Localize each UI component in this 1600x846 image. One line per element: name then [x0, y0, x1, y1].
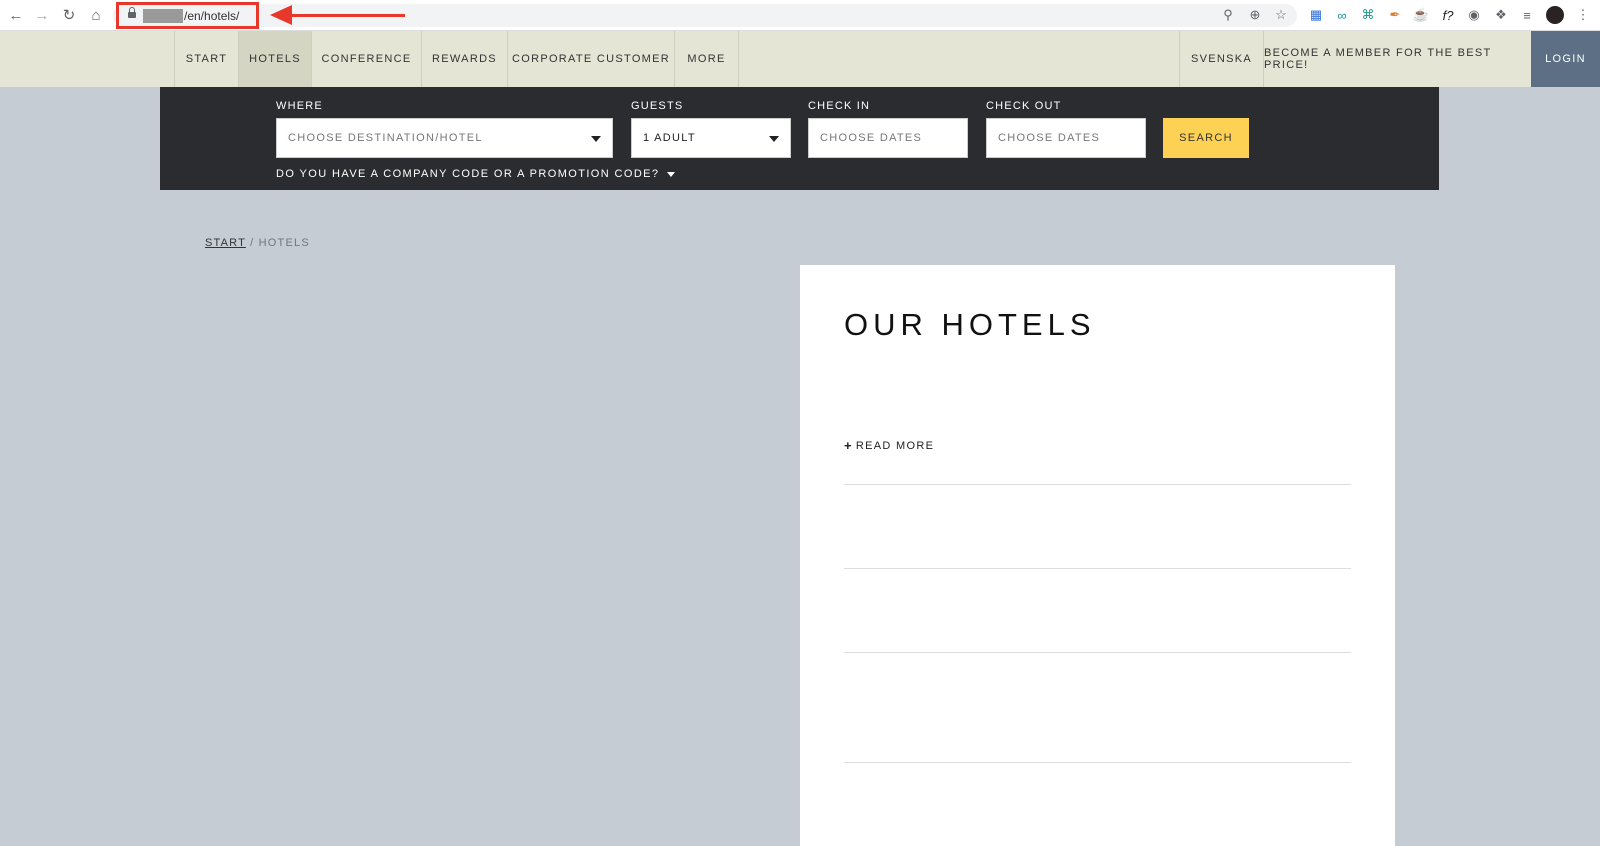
chevron-down-icon [591, 136, 601, 142]
extension-icon-3[interactable]: ⌘ [1359, 6, 1377, 24]
destination-select[interactable]: CHOOSE DESTINATION/HOTEL [276, 118, 613, 158]
guests-value: 1 ADULT [643, 132, 696, 144]
breadcrumb-start-link[interactable]: START [205, 237, 246, 249]
nav-conference[interactable]: CONFERENCE [311, 31, 421, 87]
checkin-placeholder: CHOOSE DATES [820, 132, 923, 144]
reload-icon[interactable]: ↻ [58, 4, 80, 26]
hotels-card: OUR HOTELS + READ MORE [800, 265, 1395, 846]
menu-icon[interactable]: ⋮ [1574, 6, 1592, 24]
lock-icon [128, 7, 136, 19]
checkin-input[interactable]: CHOOSE DATES [808, 118, 968, 158]
member-cta[interactable]: BECOME A MEMBER FOR THE BEST PRICE! [1263, 31, 1531, 87]
chevron-down-icon [667, 171, 676, 177]
promo-code-label: DO YOU HAVE A COMPANY CODE OR A PROMOTIO… [276, 168, 660, 180]
nav-start[interactable]: START [174, 31, 238, 87]
language-switch[interactable]: SVENSKA [1179, 31, 1263, 87]
site-header: START HOTELS CONFERENCE REWARDS CORPORAT… [0, 31, 1600, 87]
puzzle-icon[interactable]: ❖ [1492, 6, 1510, 24]
extension-icon-1[interactable]: ▦ [1307, 6, 1325, 24]
breadcrumb-current: HOTELS [258, 237, 310, 249]
avatar[interactable] [1546, 6, 1564, 24]
extension-icon-2[interactable]: ∞ [1333, 6, 1351, 24]
read-more-link[interactable]: + READ MORE [844, 438, 934, 453]
key-icon[interactable]: ⚲ [1219, 6, 1237, 24]
nav-more[interactable]: MORE [674, 31, 739, 87]
home-icon[interactable]: ⌂ [85, 4, 107, 26]
divider [844, 568, 1351, 569]
guests-select[interactable]: 1 ADULT [631, 118, 791, 158]
url-path[interactable]: /en/hotels/ [184, 9, 239, 23]
search-button[interactable]: SEARCH [1163, 118, 1249, 158]
breadcrumb: START / HOTELS [205, 237, 310, 249]
breadcrumb-separator: / [250, 237, 255, 249]
back-icon[interactable]: ← [5, 4, 27, 26]
extension-icon-4[interactable]: ✒ [1386, 6, 1404, 24]
booking-search-panel: WHERE CHOOSE DESTINATION/HOTEL GUESTS 1 … [160, 87, 1439, 190]
nav-rewards[interactable]: REWARDS [421, 31, 507, 87]
divider [844, 484, 1351, 485]
forward-icon[interactable]: → [31, 4, 53, 26]
reading-list-icon[interactable]: ≡ [1518, 6, 1536, 24]
guests-label: GUESTS [631, 100, 684, 112]
divider [844, 652, 1351, 653]
promo-code-toggle[interactable]: DO YOU HAVE A COMPANY CODE OR A PROMOTIO… [276, 168, 676, 180]
nav-corporate-customer[interactable]: CORPORATE CUSTOMER [507, 31, 674, 87]
nav-hotels[interactable]: HOTELS [238, 31, 311, 87]
checkout-label: CHECK OUT [986, 100, 1062, 112]
url-highlight-box: /en/hotels/ [116, 2, 259, 29]
zoom-icon[interactable]: ⊕ [1246, 6, 1264, 24]
checkin-label: CHECK IN [808, 100, 871, 112]
star-icon[interactable]: ☆ [1272, 6, 1290, 24]
page-title: OUR HOTELS [844, 307, 1096, 342]
plus-icon: + [844, 438, 853, 453]
checkout-placeholder: CHOOSE DATES [998, 132, 1101, 144]
where-label: WHERE [276, 100, 323, 112]
extension-icon-6[interactable]: f? [1439, 6, 1457, 24]
divider [844, 762, 1351, 763]
destination-value: CHOOSE DESTINATION/HOTEL [288, 132, 483, 144]
annotation-arrow-line [288, 14, 405, 17]
browser-toolbar: ← → ↻ ⌂ /en/hotels/ ⚲ ⊕ ☆ ▦ ∞ ⌘ ✒ ☕ f? ◉… [0, 0, 1600, 31]
login-button[interactable]: LOGIN [1531, 31, 1600, 87]
url-domain-redacted [143, 9, 183, 23]
read-more-label: READ MORE [855, 439, 935, 452]
chevron-down-icon [769, 136, 779, 142]
checkout-input[interactable]: CHOOSE DATES [986, 118, 1146, 158]
extension-icon-7[interactable]: ◉ [1465, 6, 1483, 24]
extension-icon-5[interactable]: ☕ [1412, 6, 1430, 24]
